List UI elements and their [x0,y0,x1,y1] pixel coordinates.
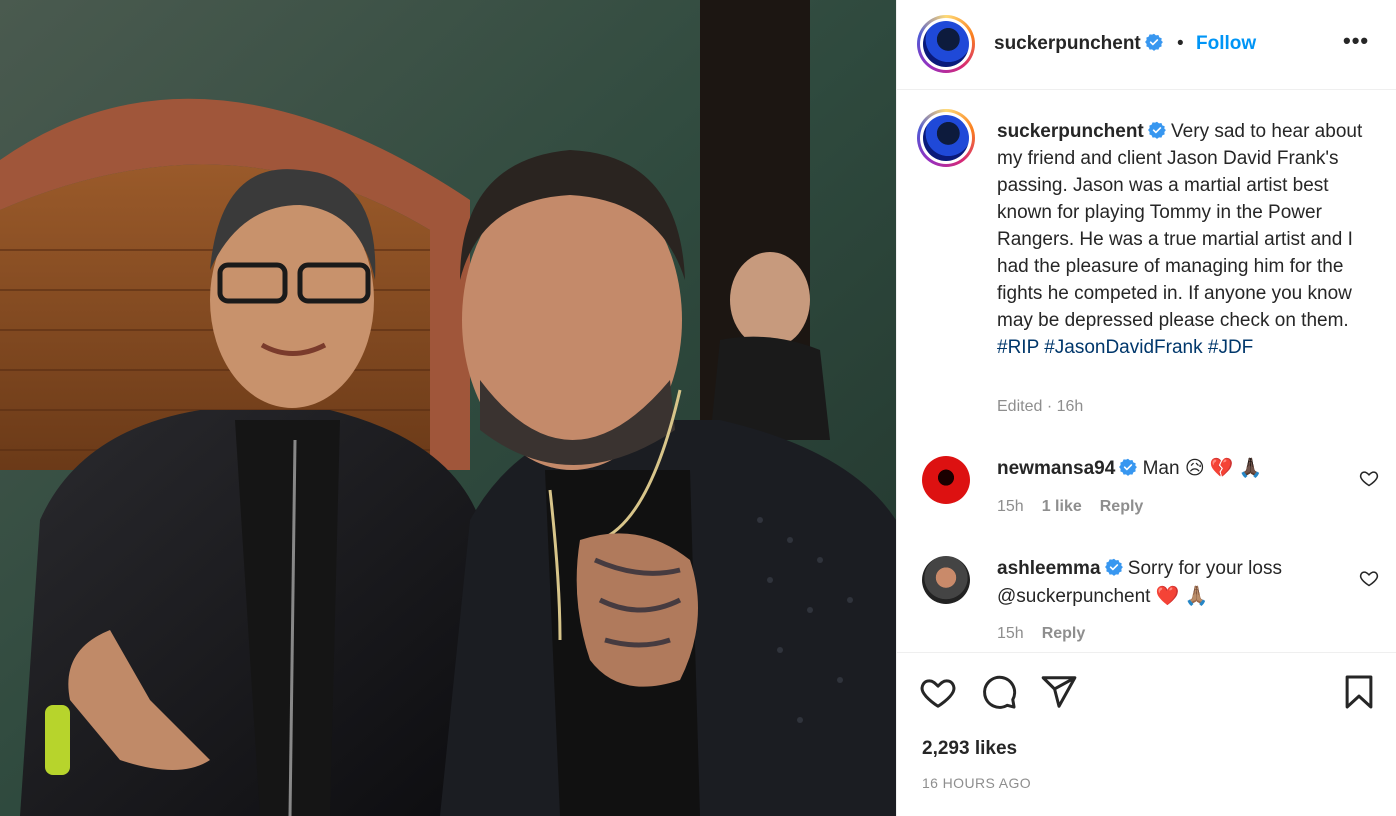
verified-badge-icon [1119,458,1138,476]
more-options-icon[interactable]: ••• [1343,28,1369,54]
comment-text: newmansa94 Man 😥 💔 🙏🏿 [997,455,1327,483]
comment-time: 15h [997,498,1024,515]
comment-text: ashleemma Sorry for your loss @suckerpun… [997,555,1327,611]
author-username[interactable]: suckerpunchent [994,33,1163,55]
likes-count[interactable]: 2,293 likes [922,738,1017,760]
verified-badge-icon [1104,558,1123,576]
reply-button[interactable]: Reply [1042,625,1086,642]
hashtag-link[interactable]: #JDF [1208,337,1253,358]
post-photo[interactable] [0,0,896,816]
hashtag-link[interactable]: #JasonDavidFrank [1044,337,1202,358]
caption-author-avatar[interactable] [917,109,975,167]
caption-text: suckerpunchent Very sad to hear about my… [997,118,1377,361]
header-separator: • [1177,33,1184,54]
commenter-username[interactable]: ashleemma [997,558,1101,579]
verified-badge-icon [1144,33,1163,51]
author-avatar[interactable] [917,15,975,73]
follow-button[interactable]: Follow [1196,33,1256,55]
commenter-avatar[interactable] [922,456,970,504]
reply-button[interactable]: Reply [1100,498,1144,515]
caption-body: Very sad to hear about my friend and cli… [997,121,1363,331]
comment-bubble-icon[interactable] [980,673,1018,711]
comment-like-heart-icon[interactable] [1359,468,1379,488]
comments-scroll-area[interactable]: suckerpunchent Very sad to hear about my… [897,91,1396,652]
commenter-avatar[interactable] [922,556,970,604]
verified-badge-icon [1147,121,1166,139]
comment-body: Man 😥 💔 🙏🏿 [1137,458,1263,479]
share-plane-icon[interactable] [1040,673,1078,711]
hashtag-link[interactable]: #RIP [997,337,1039,358]
post-timestamp[interactable]: 16 HOURS AGO [922,775,1031,791]
comment-time: 15h [997,625,1024,642]
caption-meta: Edited · 16h [997,398,1084,415]
like-heart-icon[interactable] [919,673,957,711]
post-photo-illustration [0,0,896,816]
commenter-username[interactable]: newmansa94 [997,458,1115,479]
comment-meta: 15h Reply [997,625,1103,643]
save-bookmark-icon[interactable] [1340,673,1378,711]
comment-like-heart-icon[interactable] [1359,568,1379,588]
comment-meta: 15h 1 like Reply [997,498,1161,516]
caption-username[interactable]: suckerpunchent [997,121,1144,142]
post-actions: 2,293 likes 16 HOURS AGO [897,652,1396,816]
post-details-panel: suckerpunchent • Follow ••• suckerpunche… [896,0,1396,816]
post-header: suckerpunchent • Follow ••• [897,0,1396,90]
comment-likes[interactable]: 1 like [1042,498,1082,515]
